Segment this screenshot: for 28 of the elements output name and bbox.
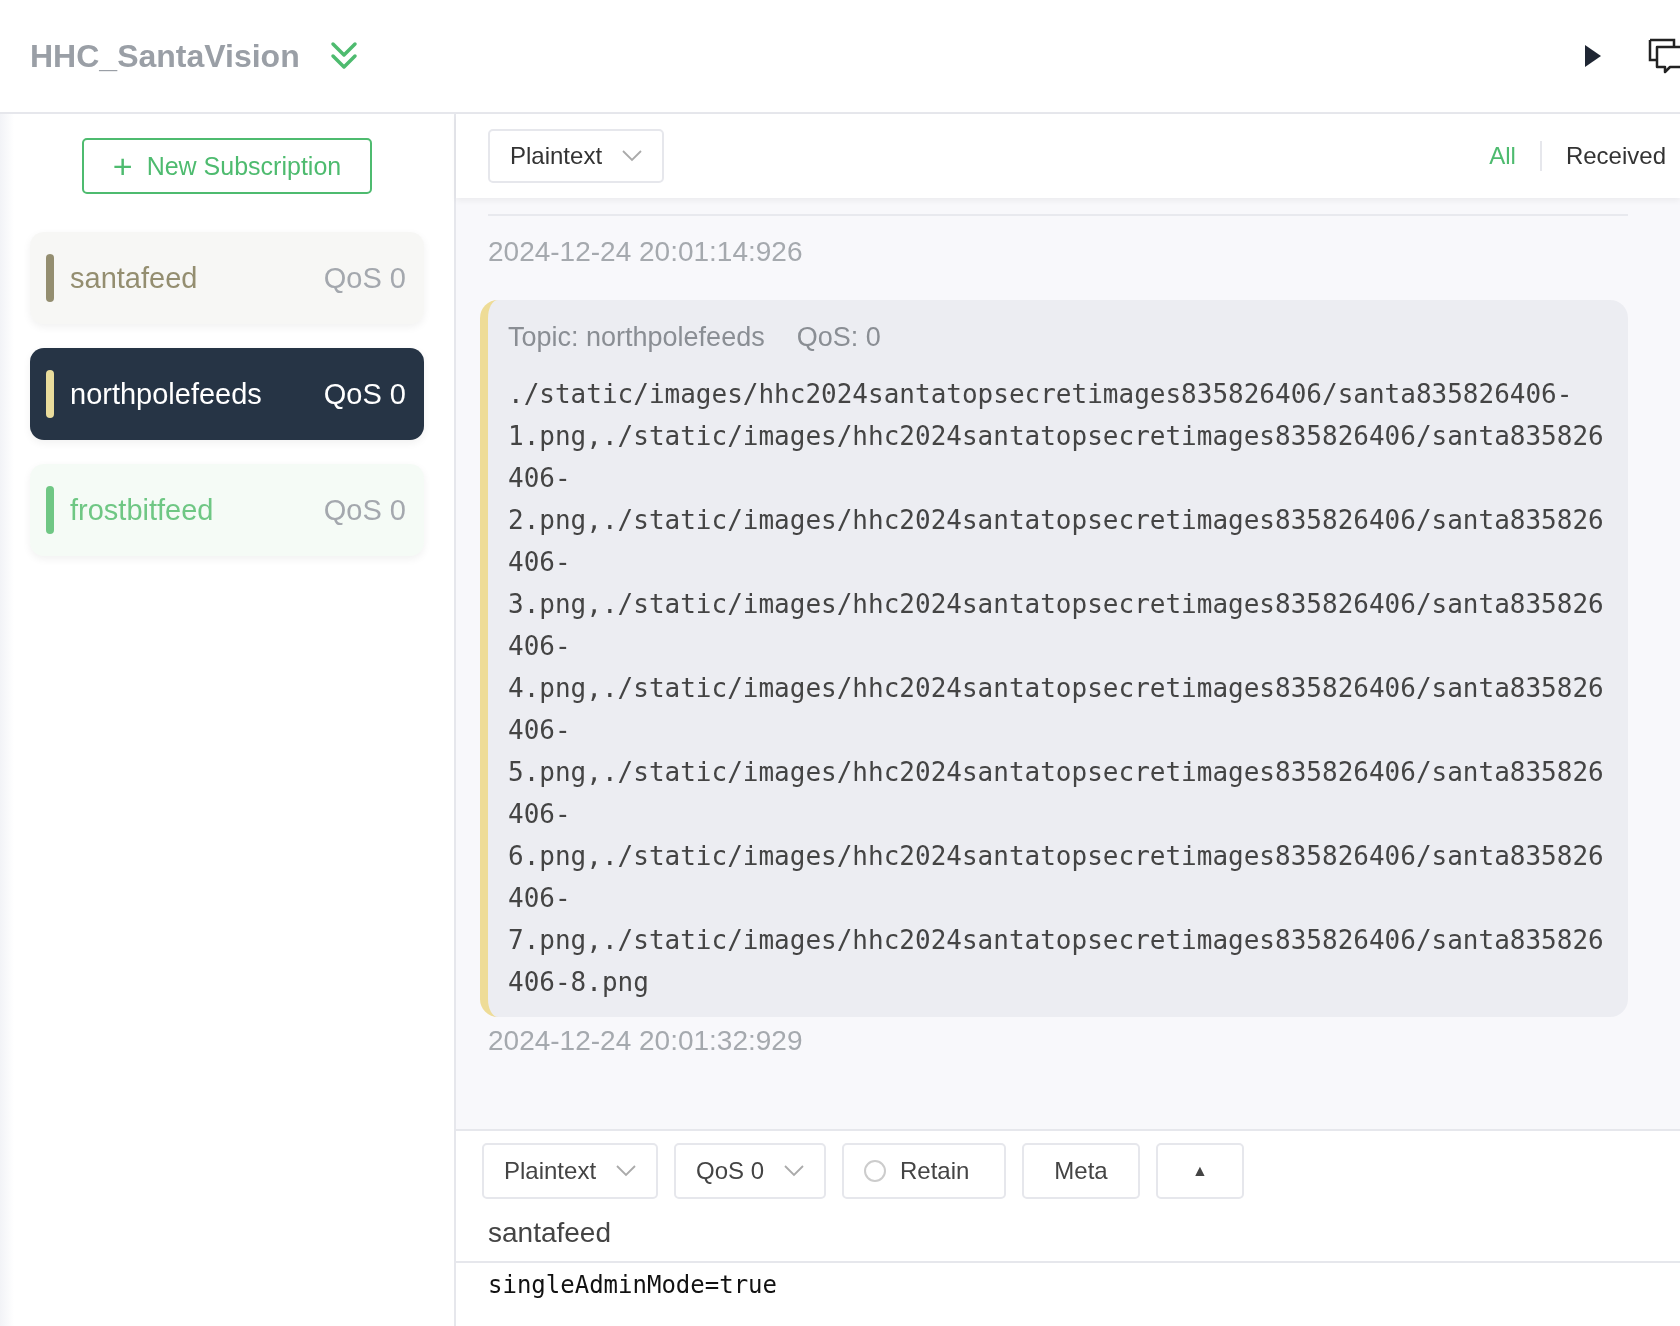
meta-button[interactable]: Meta bbox=[1022, 1143, 1140, 1199]
message-timestamp: 2024-12-24 20:01:32:929 bbox=[488, 1024, 804, 1057]
topic-name: santafeed bbox=[70, 261, 199, 295]
expand-button[interactable]: ▲ bbox=[1156, 1143, 1244, 1199]
retain-button[interactable]: Retain bbox=[842, 1143, 1006, 1199]
caret-icon bbox=[616, 1165, 636, 1177]
qos-label: QoS 0 bbox=[323, 493, 406, 527]
play-icon[interactable] bbox=[1584, 44, 1602, 68]
topic-name: frostbitfeed bbox=[70, 493, 215, 527]
chat-bubbles-icon[interactable] bbox=[1648, 38, 1680, 74]
caret-icon bbox=[622, 150, 642, 162]
qos-label: QoS 0 bbox=[323, 261, 406, 295]
qos-label: QoS 0 bbox=[323, 377, 406, 411]
topic-field[interactable]: santafeed bbox=[456, 1199, 1680, 1263]
qos-dropdown[interactable]: QoS 0 bbox=[674, 1143, 826, 1199]
message-topic: Topic: northpolefeeds bbox=[508, 322, 765, 353]
format-dropdown[interactable]: Plaintext bbox=[488, 129, 664, 183]
message-timestamp: 2024-12-24 20:01:14:926 bbox=[488, 235, 804, 268]
format-dropdown[interactable]: Plaintext bbox=[482, 1143, 658, 1199]
subscription-item[interactable]: northpolefeeds QoS 0 bbox=[30, 348, 424, 440]
topic-name: northpolefeeds bbox=[70, 377, 263, 411]
filter-tab[interactable]: Received bbox=[1565, 142, 1666, 170]
message-qos: QoS: 0 bbox=[796, 322, 881, 353]
connection-title: HHC_SantaVision bbox=[30, 37, 300, 75]
radio-button[interactable] bbox=[864, 1160, 886, 1182]
caret-icon bbox=[784, 1165, 804, 1177]
payload-field[interactable]: singleAdminMode=true bbox=[456, 1263, 1680, 1307]
message-payload: ./static/images/hhc2024santatopsecretimages835826406/santa835826406-1.png,./static/images/hhc2024santatopsecretimages835826406/santa835826406-2.png,./static/images/hhc2024santatopsecretimages835826406/santa835826406-3.png,./static/images/hhc2024santatopsecretimages835826406/santa835826406-4.png,./static/images/hhc2024santatopsecretimages835826406/santa835826406-5.png,./static/images/hhc2024santatopsecretimages835826406/santa835826406-6.png,./static/images/hhc2024santatopsecretimages835826406/santa835826406-7.png,./static/images/hhc2024santatopsecretimages835826406/santa835826406-8.png bbox=[508, 378, 1605, 999]
